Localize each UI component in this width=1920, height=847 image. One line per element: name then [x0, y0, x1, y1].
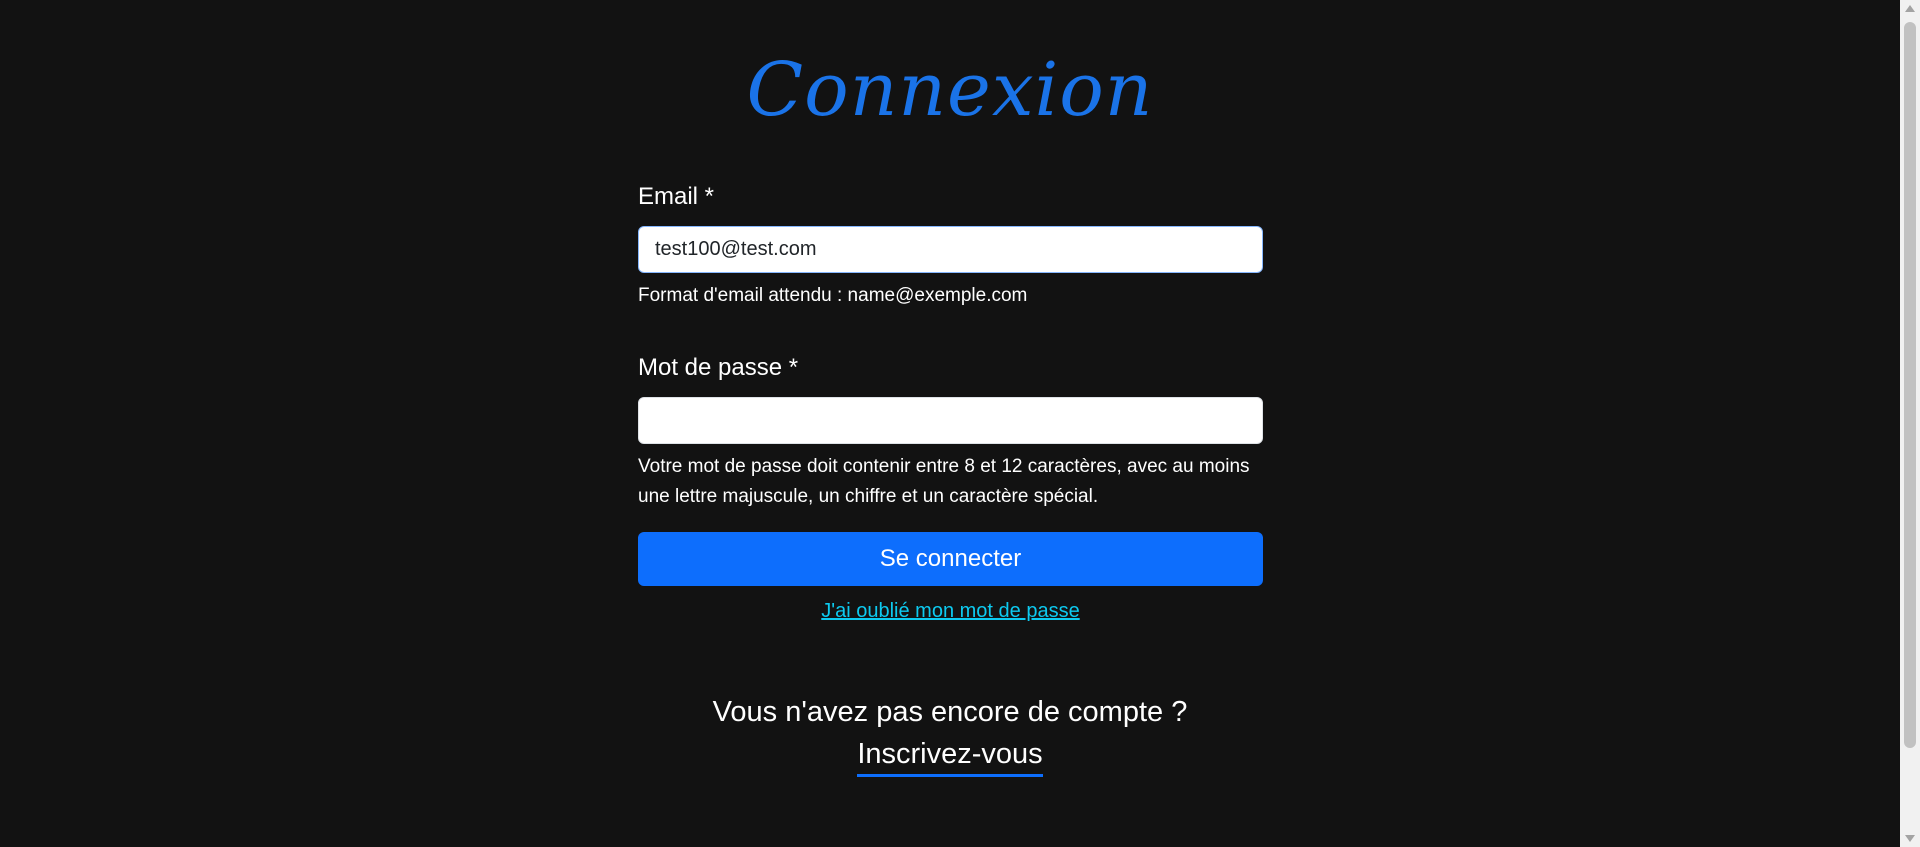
login-button[interactable]: Se connecter — [638, 532, 1263, 586]
password-help-text: Votre mot de passe doit contenir entre 8… — [638, 456, 1250, 507]
email-help-text: Format d'email attendu : name@exemple.co… — [638, 285, 1028, 306]
page-title: Connexion — [746, 47, 1154, 133]
signup-question: Vous n'avez pas encore de compte ? — [712, 696, 1188, 728]
login-form: Email * Format d'email attendu : name@ex… — [638, 180, 1263, 623]
password-label: Mot de passe * — [638, 354, 799, 381]
vertical-scrollbar[interactable] — [1900, 0, 1920, 847]
forgot-password-link[interactable]: J'ai oublié mon mot de passe — [638, 600, 1263, 623]
password-field[interactable] — [638, 397, 1263, 444]
email-field[interactable] — [638, 226, 1263, 273]
email-label: Email * — [638, 183, 715, 210]
scroll-down-arrow-icon[interactable] — [1905, 835, 1915, 842]
scroll-up-arrow-icon[interactable] — [1905, 5, 1915, 12]
login-page: Connexion Email * Format d'email attendu… — [0, 0, 1900, 847]
signup-link[interactable]: Inscrivez-vous — [857, 734, 1043, 777]
scrollbar-thumb[interactable] — [1904, 22, 1916, 748]
signup-section: Vous n'avez pas encore de compte ? Inscr… — [0, 690, 1900, 777]
